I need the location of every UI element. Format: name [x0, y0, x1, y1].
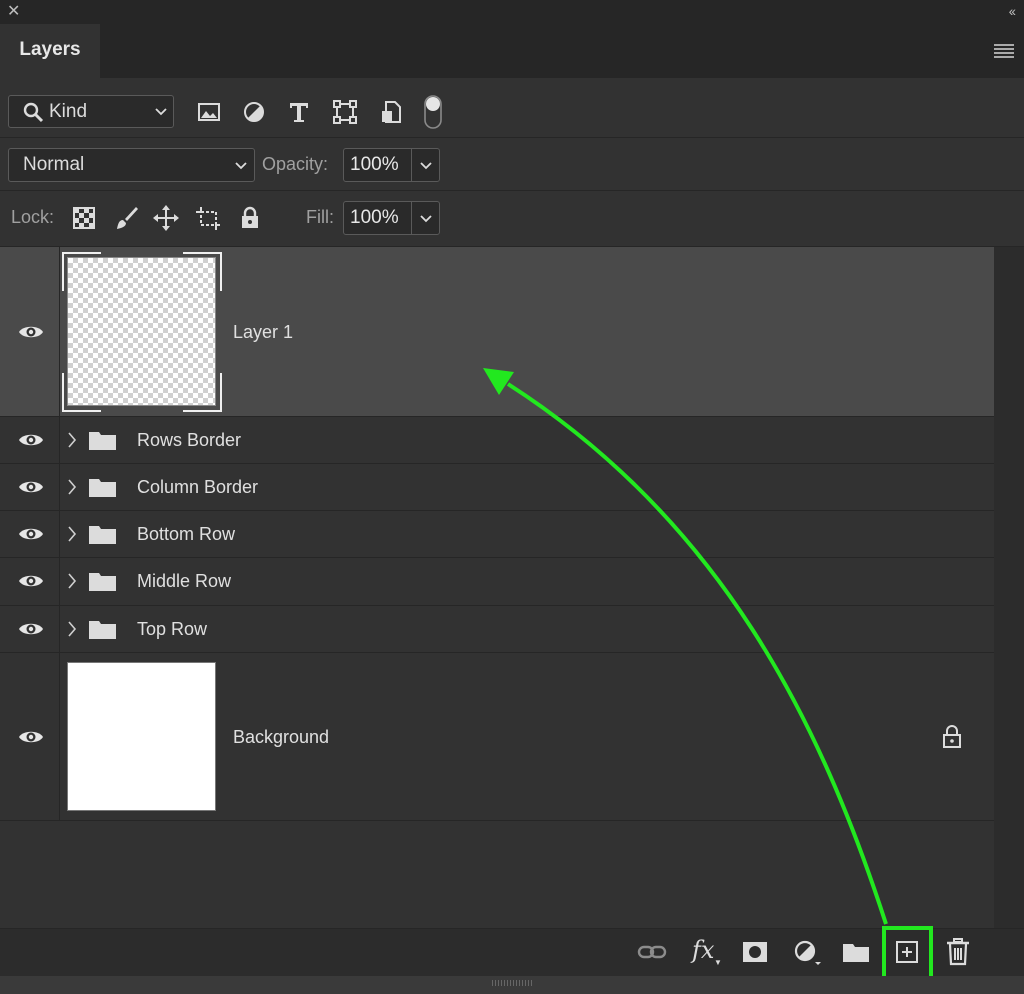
layer-row-column-border[interactable]: Column Border — [0, 464, 994, 511]
visibility-eye-icon[interactable] — [18, 323, 44, 341]
lock-position-icon[interactable] — [152, 204, 180, 232]
folder-icon — [89, 526, 116, 544]
opacity-value: 100% — [350, 154, 399, 175]
layer-row-background[interactable]: Background — [0, 653, 994, 821]
chevron-right-icon[interactable] — [66, 572, 78, 590]
new-layer-highlight-box — [882, 926, 933, 980]
fx-icon[interactable]: fx — [692, 936, 714, 964]
layer-name[interactable]: Background — [233, 727, 329, 748]
visibility-eye-icon[interactable] — [18, 572, 44, 590]
divider — [0, 190, 1024, 191]
smart-object-filter-icon[interactable] — [377, 98, 405, 126]
chevron-right-icon[interactable] — [66, 478, 78, 496]
chevron-down-icon — [155, 108, 167, 116]
chevron-down-icon[interactable] — [420, 215, 432, 223]
blend-mode-value: Normal — [23, 154, 85, 175]
tab-layers[interactable]: Layers — [0, 24, 100, 78]
layer-name[interactable]: Middle Row — [137, 571, 231, 592]
divider — [0, 137, 1024, 138]
chevron-down-icon — [235, 162, 247, 170]
panel-titlebar: ✕ ‹‹ — [0, 0, 1024, 24]
lock-artboard-icon[interactable] — [194, 204, 222, 232]
folder-icon — [89, 573, 116, 591]
selection-brackets — [62, 252, 222, 412]
link-icon[interactable] — [636, 936, 668, 968]
layer-name[interactable]: Column Border — [137, 477, 258, 498]
panel-menu-icon[interactable] — [994, 44, 1014, 60]
layer-thumbnail — [67, 662, 216, 811]
opacity-field[interactable]: 100% — [343, 148, 440, 182]
visibility-eye-icon[interactable] — [18, 478, 44, 496]
layer-list: Layer 1 Rows Border Column Border Bottom… — [0, 247, 994, 821]
fill-label: Fill: — [306, 207, 334, 227]
lock-label: Lock: — [11, 207, 55, 227]
shape-filter-icon[interactable] — [331, 98, 359, 126]
chevron-down-icon[interactable] — [420, 162, 432, 170]
close-icon[interactable]: ✕ — [7, 3, 20, 21]
chevron-right-icon[interactable] — [66, 431, 78, 449]
kind-filter-select[interactable]: Kind — [8, 95, 174, 128]
layer-name[interactable]: Bottom Row — [137, 524, 235, 545]
adjustment-icon[interactable] — [790, 936, 822, 968]
visibility-eye-icon[interactable] — [18, 728, 44, 746]
layer-row-layer-1[interactable]: Layer 1 — [0, 247, 994, 417]
folder-icon — [89, 432, 116, 450]
opacity-label: Opacity: — [262, 154, 329, 174]
fx-dropdown-icon: ▼ — [714, 958, 722, 967]
lock-all-icon[interactable] — [236, 204, 264, 232]
resize-grip-icon[interactable] — [492, 980, 532, 986]
tab-bar: Layers — [0, 24, 1024, 78]
filter-toggle-icon[interactable] — [421, 94, 445, 130]
chevron-right-icon[interactable] — [66, 620, 78, 638]
visibility-eye-icon[interactable] — [18, 620, 44, 638]
layer-row-bottom-row[interactable]: Bottom Row — [0, 511, 994, 558]
chevron-right-icon[interactable] — [66, 525, 78, 543]
collapse-icon[interactable]: ‹‹ — [1009, 3, 1016, 19]
blend-mode-select[interactable]: Normal — [8, 148, 255, 182]
layer-row-rows-border[interactable]: Rows Border — [0, 417, 994, 464]
layer-row-middle-row[interactable]: Middle Row — [0, 558, 994, 606]
lock-transparent-pixels-icon[interactable] — [70, 204, 98, 232]
scrollbar[interactable] — [994, 247, 1024, 977]
mask-icon[interactable] — [739, 936, 771, 968]
kind-label: Kind — [49, 101, 88, 122]
adjustment-filter-icon[interactable] — [240, 98, 268, 126]
fill-field[interactable]: 100% — [343, 201, 440, 235]
lock-image-pixels-icon[interactable] — [112, 204, 140, 232]
lock-icon[interactable] — [940, 724, 964, 750]
type-filter-icon[interactable] — [285, 98, 313, 126]
fill-value: 100% — [350, 207, 399, 228]
search-icon — [23, 102, 44, 123]
trash-icon[interactable] — [942, 936, 974, 968]
folder-icon — [89, 479, 116, 497]
layers-panel: ✕ ‹‹ Layers Kind Normal Opacity: 100% Lo… — [0, 0, 1024, 994]
folder-icon — [89, 621, 116, 639]
new-group-icon[interactable] — [840, 936, 872, 968]
layer-name[interactable]: Layer 1 — [233, 322, 293, 343]
image-filter-icon[interactable] — [195, 98, 223, 126]
visibility-eye-icon[interactable] — [18, 525, 44, 543]
layer-name[interactable]: Rows Border — [137, 430, 241, 451]
visibility-eye-icon[interactable] — [18, 431, 44, 449]
layer-row-top-row[interactable]: Top Row — [0, 606, 994, 653]
layer-name[interactable]: Top Row — [137, 619, 207, 640]
